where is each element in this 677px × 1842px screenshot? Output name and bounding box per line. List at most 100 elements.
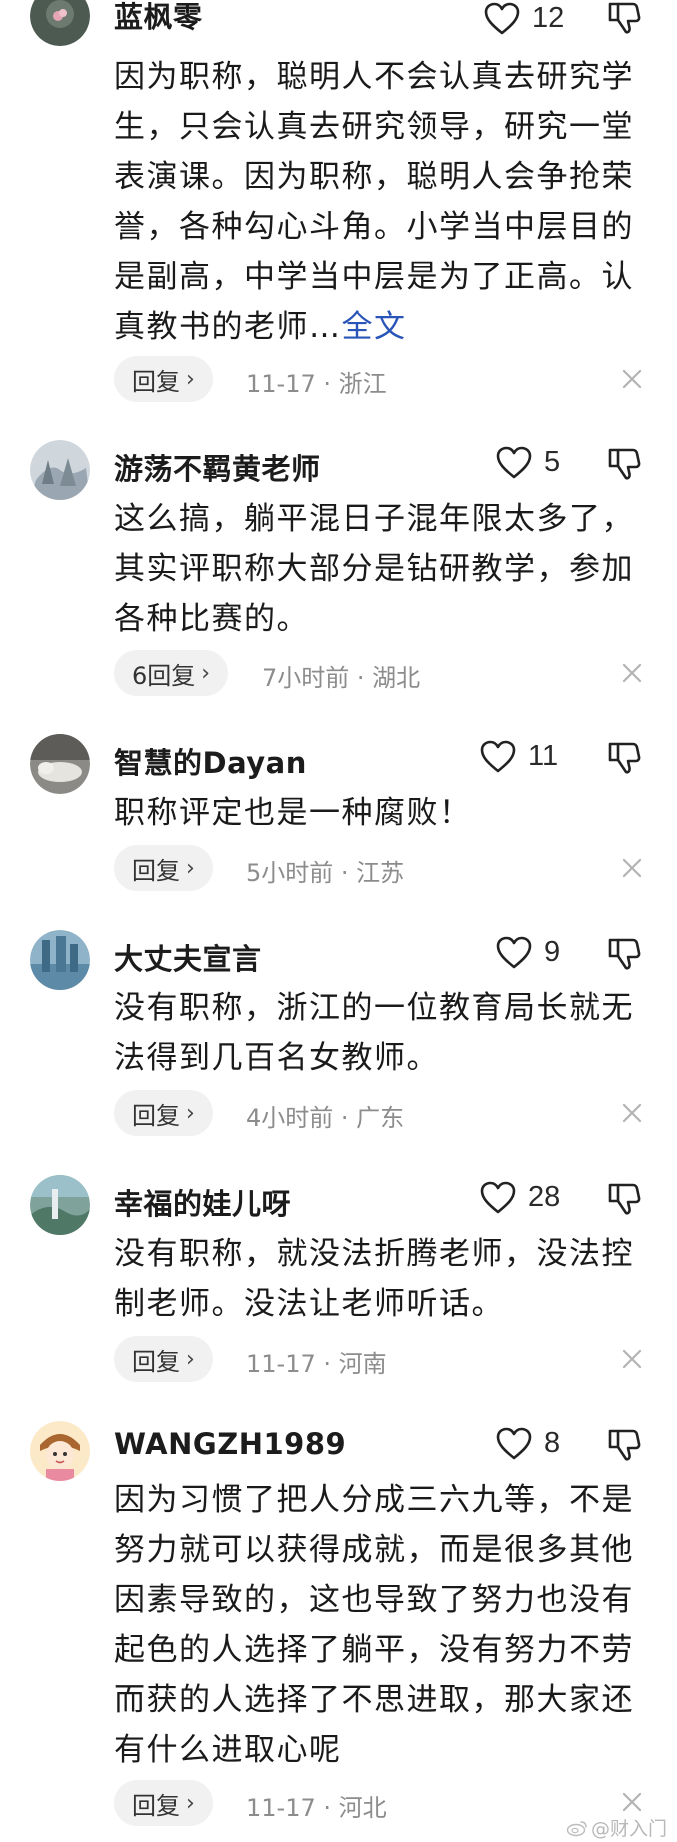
comment-text: 没有职称，就没法折腾老师，没法控制老师。没法让老师听话。 bbox=[114, 1236, 634, 1322]
comment-time: 5小时前 bbox=[246, 859, 334, 887]
avatar[interactable] bbox=[30, 0, 90, 46]
full-text-link[interactable]: 全文 bbox=[342, 309, 407, 345]
comment-time: 11-17 bbox=[246, 370, 316, 398]
comment-meta: 5小时前 · 江苏 bbox=[246, 859, 405, 887]
username[interactable]: 幸福的娃儿呀 bbox=[114, 1181, 291, 1223]
reply-label: 6回复 bbox=[132, 661, 196, 690]
close-icon bbox=[620, 856, 644, 880]
comment-text-content: 因为职称，聪明人不会认真去研究学生，只会认真去研究领导，研究一堂表演课。因为职称… bbox=[114, 59, 634, 345]
comment-text: 因为习惯了把人分成三六九等，不是努力就可以获得成就，而是很多其他因素导致的，这也… bbox=[114, 1482, 634, 1768]
like-button[interactable]: 11 bbox=[480, 740, 558, 773]
comment-time: 11-17 bbox=[246, 1794, 316, 1822]
username[interactable]: 大丈夫宣言 bbox=[114, 936, 262, 978]
comment-text: 没有职称，浙江的一位教育局长就无法得到几百名女教师。 bbox=[114, 990, 634, 1076]
comment-meta: 7小时前 · 湖北 bbox=[262, 664, 421, 692]
close-button[interactable] bbox=[620, 856, 644, 880]
close-button[interactable] bbox=[620, 1101, 644, 1125]
username[interactable]: 游荡不羁黄老师 bbox=[114, 446, 321, 488]
heart-icon bbox=[484, 2, 520, 35]
chevron-right-icon: › bbox=[186, 1100, 195, 1126]
like-count: 12 bbox=[532, 2, 565, 34]
like-button[interactable]: 9 bbox=[496, 936, 560, 969]
close-icon bbox=[620, 1790, 644, 1814]
avatar[interactable] bbox=[30, 930, 90, 990]
comment-text: 因为职称，聪明人不会认真去研究学生，只会认真去研究领导，研究一堂表演课。因为职称… bbox=[114, 52, 644, 352]
thumbs-down-icon bbox=[606, 446, 642, 482]
username[interactable]: WANGZH1989 bbox=[114, 1427, 346, 1461]
watermark: @财入门 bbox=[566, 1814, 667, 1841]
avatar[interactable] bbox=[30, 734, 90, 794]
avatar[interactable] bbox=[30, 440, 90, 500]
close-icon bbox=[620, 1101, 644, 1125]
avatar[interactable] bbox=[30, 1421, 90, 1481]
like-count: 11 bbox=[528, 740, 559, 772]
close-icon bbox=[620, 367, 644, 391]
like-button[interactable]: 8 bbox=[496, 1427, 560, 1460]
like-count: 28 bbox=[528, 1181, 561, 1213]
reply-button[interactable]: 回复 › bbox=[114, 845, 213, 891]
close-button[interactable] bbox=[620, 367, 644, 391]
avatar[interactable] bbox=[30, 1175, 90, 1235]
comment-time: 4小时前 bbox=[246, 1104, 334, 1132]
comment-time: 7小时前 bbox=[262, 664, 350, 692]
dislike-button[interactable] bbox=[606, 446, 642, 482]
chevron-right-icon: › bbox=[201, 660, 211, 686]
chevron-right-icon: › bbox=[186, 855, 195, 881]
thumbs-down-icon bbox=[606, 0, 642, 36]
comment-meta: 11-17 · 河北 bbox=[246, 1794, 387, 1822]
comment-text: 这么搞，躺平混日子混年限太多了，其实评职称大部分是钻研教学，参加各种比赛的。 bbox=[114, 501, 634, 637]
heart-icon bbox=[496, 1427, 532, 1460]
username[interactable]: 蓝枫零 bbox=[114, 0, 203, 36]
thumbs-down-icon bbox=[606, 1427, 642, 1463]
dislike-button[interactable] bbox=[606, 0, 642, 36]
weibo-logo-icon bbox=[566, 1820, 587, 1836]
watermark-text: @财入门 bbox=[591, 1818, 668, 1840]
reply-label: 回复 bbox=[132, 367, 180, 396]
heart-icon bbox=[496, 936, 532, 969]
like-count: 9 bbox=[544, 936, 561, 968]
reply-button[interactable]: 回复 › bbox=[114, 1780, 213, 1826]
reply-label: 回复 bbox=[132, 1347, 180, 1376]
thumbs-down-icon bbox=[606, 1181, 642, 1217]
comment-time: 11-17 bbox=[246, 1350, 316, 1378]
comment-meta: 11-17 · 浙江 bbox=[246, 370, 387, 398]
comment-text: 职称评定也是一种腐败！ bbox=[114, 795, 472, 831]
close-icon bbox=[620, 1347, 644, 1371]
heart-icon bbox=[480, 1181, 516, 1214]
comment-meta: 4小时前 · 广东 bbox=[246, 1104, 405, 1132]
chevron-right-icon: › bbox=[186, 1346, 195, 1372]
close-button[interactable] bbox=[620, 1347, 644, 1371]
username[interactable]: 智慧的Dayan bbox=[114, 740, 307, 782]
chevron-right-icon: › bbox=[186, 366, 195, 392]
like-button[interactable]: 28 bbox=[480, 1181, 560, 1214]
chevron-right-icon: › bbox=[186, 1790, 195, 1816]
dislike-button[interactable] bbox=[606, 1427, 642, 1463]
close-button[interactable] bbox=[620, 661, 644, 685]
like-button[interactable]: 12 bbox=[484, 2, 564, 35]
reply-button[interactable]: 回复 › bbox=[114, 1336, 213, 1382]
comment-location: 江苏 bbox=[356, 859, 405, 887]
dislike-button[interactable] bbox=[606, 936, 642, 972]
reply-label: 回复 bbox=[132, 856, 180, 885]
comment-location: 河北 bbox=[338, 1794, 387, 1822]
thumbs-down-icon bbox=[606, 936, 642, 972]
comment-location: 湖北 bbox=[372, 664, 421, 692]
close-icon bbox=[620, 661, 644, 685]
comment-location: 浙江 bbox=[338, 370, 387, 398]
reply-label: 回复 bbox=[132, 1101, 180, 1130]
like-button[interactable]: 5 bbox=[496, 446, 560, 479]
comment-meta: 11-17 · 河南 bbox=[246, 1350, 387, 1378]
close-button[interactable] bbox=[620, 1790, 644, 1814]
reply-button[interactable]: 回复 › bbox=[114, 356, 213, 402]
like-count: 5 bbox=[544, 446, 561, 478]
dislike-button[interactable] bbox=[606, 1181, 642, 1217]
like-count: 8 bbox=[544, 1427, 561, 1459]
heart-icon bbox=[480, 740, 516, 773]
comment-location: 河南 bbox=[338, 1350, 387, 1378]
reply-button[interactable]: 回复 › bbox=[114, 1090, 213, 1136]
reply-label: 回复 bbox=[132, 1791, 180, 1820]
comment-location: 广东 bbox=[356, 1104, 405, 1132]
dislike-button[interactable] bbox=[606, 740, 642, 776]
reply-button[interactable]: 6回复 › bbox=[114, 650, 229, 696]
heart-icon bbox=[496, 446, 532, 479]
